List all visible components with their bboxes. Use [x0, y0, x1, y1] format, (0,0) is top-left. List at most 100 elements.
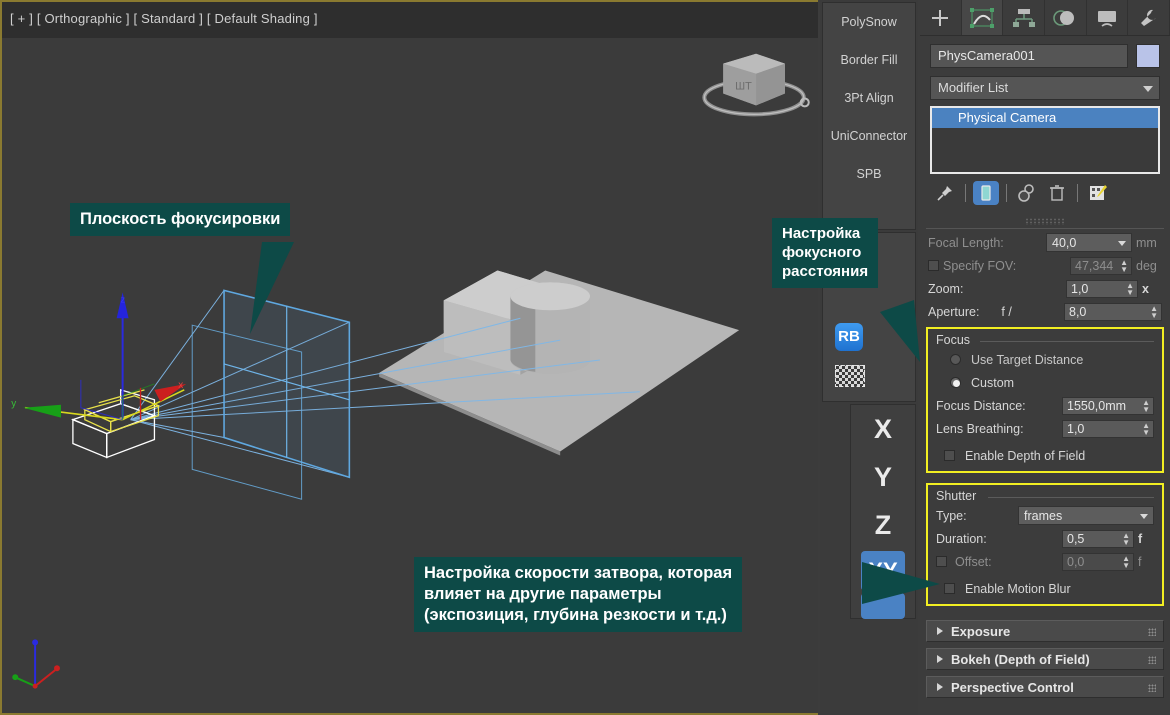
plus-icon	[932, 9, 949, 26]
spinner-arrows-icon[interactable]: ▲ ▼	[1150, 304, 1158, 319]
3dsmax-window: [ + ] [ Orthographic ] [ Standard ] [ De…	[0, 0, 1170, 715]
zoom-row: Zoom: 1,0 ▲ ▼ x	[920, 277, 1170, 300]
motion-icon	[1053, 9, 1075, 26]
shutter-offset-unit: f	[1138, 554, 1142, 569]
tab-create[interactable]	[920, 0, 962, 35]
script-button-group: PolySnow Border Fill 3Pt Align UniConnec…	[822, 2, 916, 230]
spinner-arrows-icon[interactable]: ▲ ▼	[1142, 421, 1150, 436]
spinner-arrows-icon[interactable]: ▲ ▼	[1126, 281, 1134, 296]
enable-dof-checkbox[interactable]	[944, 450, 955, 461]
focus-distance-field[interactable]: 1550,0mm ▲ ▼	[1062, 396, 1154, 415]
rollout-scroll-area[interactable]: Focal Length: 40,0 mm Specify FOV: 47,34…	[920, 216, 1170, 715]
command-panel: PhysCamera001 Modifier List Physical Cam…	[920, 0, 1170, 715]
remove-modifier-icon[interactable]	[1044, 181, 1070, 205]
rollout-bokeh[interactable]: Bokeh (Depth of Field)	[926, 648, 1164, 670]
make-unique-icon[interactable]	[1014, 181, 1040, 205]
chevron-down-icon	[1143, 86, 1153, 92]
lens-breathing-row: Lens Breathing: 1,0 ▲ ▼	[928, 417, 1162, 440]
rb-icon[interactable]: RB	[835, 323, 863, 351]
modifier-list-dropdown[interactable]: Modifier List	[930, 76, 1160, 100]
tab-display[interactable]	[1087, 0, 1129, 35]
enable-dof-label: Enable Depth of Field	[965, 448, 1086, 463]
lens-breathing-label: Lens Breathing:	[936, 421, 1024, 436]
spinner-arrows-icon[interactable]: ▲ ▼	[1142, 398, 1150, 413]
specify-fov-checkbox[interactable]	[928, 260, 939, 271]
axis-constraint-x[interactable]: X	[851, 405, 915, 453]
script-button-uniconnector[interactable]: UniConnector	[823, 117, 915, 155]
spinner-arrows-icon[interactable]: ▲ ▼	[1120, 258, 1128, 273]
divider	[926, 228, 1164, 229]
custom-focus-radio[interactable]	[950, 377, 961, 388]
zoom-field[interactable]: 1,0 ▲ ▼	[1066, 279, 1138, 298]
custom-focus-row[interactable]: Custom	[928, 371, 1162, 394]
zoom-unit: x	[1142, 281, 1149, 296]
tab-utilities[interactable]	[1128, 0, 1170, 35]
rollout-exposure[interactable]: Exposure	[926, 620, 1164, 642]
shutter-offset-field[interactable]: 0,0 ▲ ▼	[1062, 552, 1134, 571]
svg-text:z: z	[121, 294, 126, 304]
focal-length-field[interactable]: 40,0	[1046, 233, 1132, 252]
tab-modify[interactable]	[961, 0, 1004, 35]
focal-length-unit: mm	[1136, 235, 1157, 250]
chevron-down-icon	[1118, 241, 1126, 246]
aperture-field[interactable]: 8,0 ▲ ▼	[1064, 302, 1162, 321]
shutter-type-label: Type:	[936, 508, 967, 523]
callout-shutter-speed: Настройка скорости затвора, которая влия…	[414, 557, 743, 633]
modifier-stack[interactable]: Physical Camera	[930, 106, 1160, 174]
axis-constraint-z[interactable]: Z	[851, 501, 915, 549]
spinner-arrows-icon[interactable]: ▲ ▼	[1122, 554, 1130, 569]
rollout-grip[interactable]	[1025, 218, 1065, 225]
shutter-duration-unit: f	[1138, 531, 1143, 546]
tab-motion[interactable]	[1045, 0, 1087, 35]
aperture-prefix: f /	[1001, 304, 1012, 319]
rollout-perspective-control[interactable]: Perspective Control	[926, 676, 1164, 698]
shutter-group-title: Shutter	[928, 487, 1162, 504]
shutter-type-dropdown[interactable]: frames	[1018, 506, 1154, 525]
specify-fov-unit: deg	[1136, 258, 1157, 273]
enable-dof-row[interactable]: Enable Depth of Field	[928, 444, 1162, 467]
use-target-distance-row[interactable]: Use Target Distance	[928, 348, 1162, 371]
svg-text:y: y	[11, 399, 16, 410]
spinner-arrows-icon[interactable]: ▲ ▼	[1122, 531, 1130, 546]
lens-breathing-field[interactable]: 1,0 ▲ ▼	[1062, 419, 1154, 438]
shutter-duration-field[interactable]: 0,5 ▲ ▼	[1062, 529, 1134, 548]
pin-stack-icon[interactable]	[932, 181, 958, 205]
modifier-stack-item-physical-camera[interactable]: Physical Camera	[932, 108, 1158, 128]
specify-fov-row: Specify FOV: 47,344 ▲ ▼ deg	[920, 254, 1170, 277]
show-end-result-icon[interactable]	[973, 181, 999, 205]
focal-length-row: Focal Length: 40,0 mm	[920, 231, 1170, 254]
display-icon	[1098, 10, 1117, 27]
callout-tail-shutter	[862, 562, 940, 604]
object-name-field[interactable]: PhysCamera001	[930, 44, 1128, 68]
chevron-right-icon	[937, 683, 943, 691]
specify-fov-field[interactable]: 47,344 ▲ ▼	[1070, 256, 1132, 275]
object-color-swatch[interactable]	[1136, 44, 1160, 68]
tab-hierarchy[interactable]	[1003, 0, 1046, 35]
use-target-distance-radio[interactable]	[950, 354, 961, 365]
dither-icon[interactable]	[835, 365, 865, 387]
focus-group-title: Focus	[928, 331, 1162, 348]
script-button-spb[interactable]: SPB	[823, 155, 915, 193]
specify-fov-label: Specify FOV:	[943, 258, 1017, 273]
axis-constraint-y[interactable]: Y	[851, 453, 915, 501]
rollout-perspective-control-label: Perspective Control	[951, 679, 1074, 695]
script-button-3pt-align[interactable]: 3Pt Align	[823, 79, 915, 117]
divider	[1077, 184, 1078, 202]
aperture-row: Aperture: f / 8,0 ▲ ▼	[920, 300, 1170, 323]
modifier-list-label: Modifier List	[938, 80, 1009, 95]
rollout-exposure-label: Exposure	[951, 623, 1011, 639]
script-button-border-fill[interactable]: Border Fill	[823, 41, 915, 79]
focus-distance-label: Focus Distance:	[936, 398, 1026, 413]
use-target-distance-label: Use Target Distance	[971, 352, 1084, 367]
script-button-polysnow[interactable]: PolySnow	[823, 3, 915, 41]
command-panel-tabs	[920, 0, 1170, 36]
shutter-type-row: Type: frames	[928, 504, 1162, 527]
callout-tail-focal-distance	[880, 300, 920, 362]
chevron-down-icon	[1140, 514, 1148, 519]
grip-dots-icon	[1148, 656, 1156, 664]
focal-length-label: Focal Length:	[928, 235, 1004, 250]
focus-group-highlight: Focus Use Target Distance Custom Focus D…	[926, 327, 1164, 473]
callout-tail-focus-plane	[250, 242, 294, 334]
configure-modifier-sets-icon[interactable]	[1085, 181, 1111, 205]
enable-motion-blur-row[interactable]: Enable Motion Blur	[928, 577, 1162, 600]
